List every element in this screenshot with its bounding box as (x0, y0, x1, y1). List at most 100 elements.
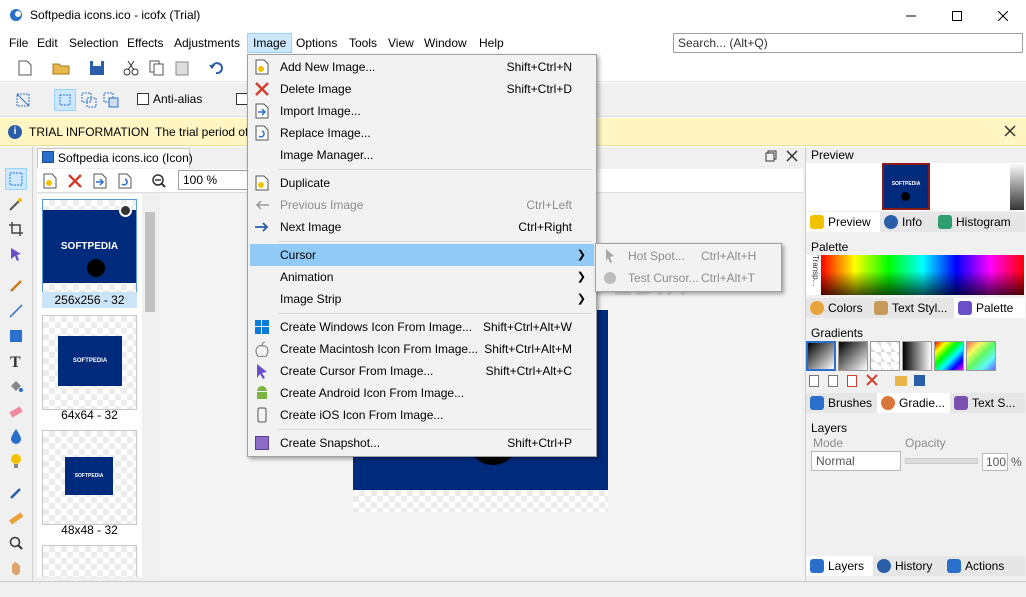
scrollbar-thumb[interactable] (145, 212, 155, 312)
tab-text-styles[interactable]: Text Styl... (870, 298, 954, 318)
tab-text-styles-2[interactable]: Text S... (950, 393, 1025, 413)
menu-duplicate[interactable]: Duplicate (250, 172, 594, 194)
gradient-swatch[interactable] (838, 341, 868, 371)
rect-select-tool-icon[interactable] (5, 168, 27, 190)
menu-selection[interactable]: Selection (64, 33, 123, 53)
thumbnail-64[interactable]: SOFTPEDIA (42, 315, 137, 410)
menu-hot-spot[interactable]: Hot Spot... Ctrl+Alt+H (598, 245, 779, 267)
search-input[interactable]: Search... (Alt+Q) (673, 33, 1023, 53)
menu-effects[interactable]: Effects (122, 33, 168, 53)
transform-icon[interactable] (12, 89, 34, 111)
brush-tool-icon[interactable] (5, 275, 27, 297)
save-icon[interactable] (86, 57, 108, 79)
eraser-tool-icon[interactable] (5, 400, 27, 422)
minimize-button[interactable] (888, 0, 934, 31)
undo-icon[interactable] (205, 57, 227, 79)
close-document-icon[interactable] (786, 150, 798, 165)
crop-tool-icon[interactable] (5, 218, 27, 240)
magic-wand-tool-icon[interactable] (5, 193, 27, 215)
selection-new-icon[interactable] (54, 89, 76, 111)
tab-colors[interactable]: Colors (806, 298, 870, 318)
menu-previous-image[interactable]: Previous Image Ctrl+Left (250, 194, 594, 216)
close-button[interactable] (980, 0, 1026, 31)
save-gradient-icon[interactable] (914, 375, 925, 386)
text-tool-icon[interactable]: T (5, 350, 27, 372)
menu-test-cursor[interactable]: Test Cursor... Ctrl+Alt+T (598, 267, 779, 289)
layers-list[interactable] (806, 475, 1025, 531)
menu-image[interactable]: Image (247, 33, 293, 53)
menu-delete-image[interactable]: Delete Image Shift+Ctrl+D (250, 78, 594, 100)
menu-image-manager[interactable]: Image Manager... (250, 144, 594, 166)
color-spectrum[interactable] (821, 255, 1024, 295)
tab-gradients[interactable]: Gradie... (877, 393, 950, 413)
trial-close-icon[interactable] (1004, 125, 1016, 140)
tab-brushes[interactable]: Brushes (806, 393, 877, 413)
thumbnail-next[interactable] (42, 545, 137, 577)
dodge-tool-icon[interactable] (5, 450, 27, 472)
replace-image-icon[interactable] (114, 170, 136, 192)
menu-create-macintosh-icon[interactable]: Create Macintosh Icon From Image... Shift… (250, 338, 594, 360)
line-tool-icon[interactable] (5, 300, 27, 322)
delete-gradient-icon[interactable] (866, 374, 878, 389)
menu-help[interactable]: Help (474, 33, 509, 53)
menu-view[interactable]: View (383, 33, 419, 53)
menu-create-windows-icon[interactable]: Create Windows Icon From Image... Shift+C… (250, 316, 594, 338)
menu-next-image[interactable]: Next Image Ctrl+Right (250, 216, 594, 238)
thumbnail-256[interactable]: SOFTPEDIA (42, 199, 137, 294)
import-image-icon[interactable] (89, 170, 111, 192)
blur-tool-icon[interactable] (5, 425, 27, 447)
tab-actions[interactable]: Actions (943, 556, 1025, 576)
layer-mode-select[interactable]: Normal (811, 451, 901, 471)
gradient-swatch[interactable] (902, 341, 932, 371)
gradient-swatch[interactable] (806, 341, 836, 371)
add-image-icon[interactable] (39, 170, 61, 192)
gradient-swatch[interactable] (966, 341, 996, 371)
zoom-combobox[interactable]: 100 % (178, 170, 248, 190)
new-gradient-icon[interactable] (809, 375, 819, 387)
menu-window[interactable]: Window (419, 33, 472, 53)
tab-histogram[interactable]: Histogram (934, 212, 1025, 232)
menu-create-android-icon[interactable]: Create Android Icon From Image... (250, 382, 594, 404)
selection-subtract-icon[interactable] (100, 89, 122, 111)
thumbnail-scrollbar[interactable] (142, 194, 158, 577)
menu-replace-image[interactable]: Replace Image... (250, 122, 594, 144)
move-tool-icon[interactable] (5, 243, 27, 265)
menu-create-cursor[interactable]: Create Cursor From Image... Shift+Ctrl+Al… (250, 360, 594, 382)
menu-create-ios-icon[interactable]: Create iOS Icon From Image... (250, 404, 594, 426)
opacity-slider[interactable] (905, 458, 978, 464)
zoom-out-icon[interactable] (148, 170, 170, 192)
antialias-checkbox[interactable] (137, 93, 149, 105)
opacity-input[interactable]: 100 (982, 453, 1008, 471)
menu-adjustments[interactable]: Adjustments (169, 33, 245, 53)
restore-document-icon[interactable] (765, 150, 777, 165)
tab-info[interactable]: Info (880, 212, 934, 232)
tab-palette[interactable]: Palette (954, 298, 1025, 318)
paste-icon[interactable] (171, 57, 193, 79)
menu-import-image[interactable]: Import Image... (250, 100, 594, 122)
transparent-swatch[interactable]: Transp... (806, 255, 820, 295)
maximize-button[interactable] (934, 0, 980, 31)
open-gradient-icon[interactable] (895, 376, 907, 386)
tab-layers[interactable]: Layers (806, 556, 873, 576)
menu-edit[interactable]: Edit (32, 33, 63, 53)
menu-tools[interactable]: Tools (344, 33, 382, 53)
new-file-icon[interactable] (14, 57, 36, 79)
gradient-swatch[interactable] (870, 341, 900, 371)
hand-tool-icon[interactable] (5, 557, 27, 579)
fill-tool-icon[interactable] (5, 375, 27, 397)
menu-image-strip[interactable]: Image Strip ❯ (250, 288, 594, 310)
ruler-tool-icon[interactable] (5, 507, 27, 529)
duplicate-gradient-icon[interactable] (828, 375, 838, 387)
rectangle-tool-icon[interactable] (5, 325, 27, 347)
tab-history[interactable]: History (873, 556, 943, 576)
delete-image-icon[interactable] (64, 170, 86, 192)
copy-icon[interactable] (146, 57, 168, 79)
menu-file[interactable]: File (4, 33, 33, 53)
thumbnail-48[interactable]: SOFTPEDIA (42, 430, 137, 525)
cut-icon[interactable] (120, 57, 142, 79)
eyedropper-tool-icon[interactable] (5, 482, 27, 504)
edit-gradient-icon[interactable] (847, 375, 857, 387)
menu-create-snapshot[interactable]: Create Snapshot... Shift+Ctrl+P (250, 432, 594, 454)
open-folder-icon[interactable] (50, 57, 72, 79)
selection-add-icon[interactable] (78, 89, 100, 111)
